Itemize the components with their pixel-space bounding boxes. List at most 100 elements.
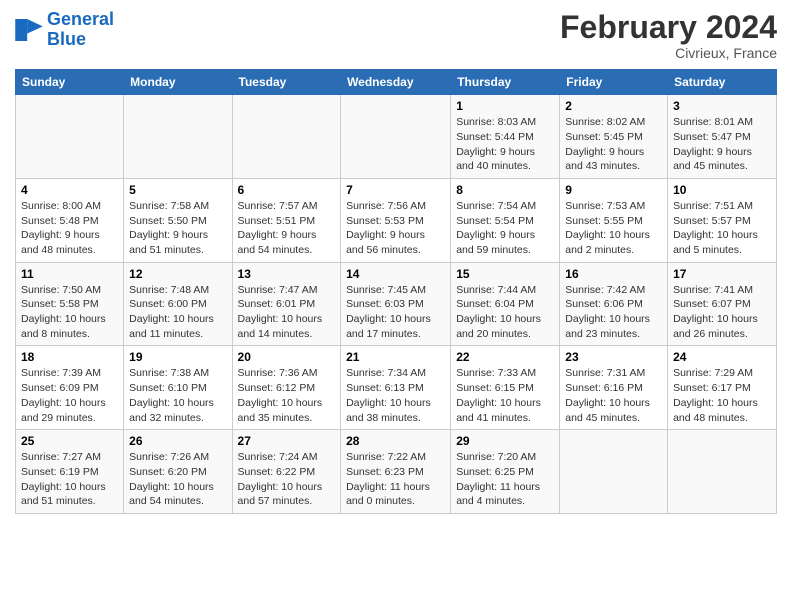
day-number: 26 [129, 434, 226, 448]
calendar-cell: 11 Sunrise: 7:50 AM Sunset: 5:58 PM Dayli… [16, 262, 124, 346]
day-info: Sunrise: 7:54 AM Sunset: 5:54 PM Dayligh… [456, 199, 554, 258]
page-header: General Blue February 2024 Civrieux, Fra… [15, 10, 777, 61]
calendar-cell: 9 Sunrise: 7:53 AM Sunset: 5:55 PM Daylig… [560, 178, 668, 262]
day-number: 18 [21, 350, 118, 364]
calendar-cell: 20 Sunrise: 7:36 AM Sunset: 6:12 PM Dayli… [232, 346, 341, 430]
calendar-cell: 28 Sunrise: 7:22 AM Sunset: 6:23 PM Dayli… [341, 430, 451, 514]
calendar-cell: 12 Sunrise: 7:48 AM Sunset: 6:00 PM Dayli… [124, 262, 232, 346]
day-number: 25 [21, 434, 118, 448]
calendar-cell [16, 95, 124, 179]
day-info: Sunrise: 7:34 AM Sunset: 6:13 PM Dayligh… [346, 366, 445, 425]
calendar-cell: 1 Sunrise: 8:03 AM Sunset: 5:44 PM Daylig… [451, 95, 560, 179]
day-info: Sunrise: 7:26 AM Sunset: 6:20 PM Dayligh… [129, 450, 226, 509]
weekday-header: Thursday [451, 70, 560, 95]
day-info: Sunrise: 7:56 AM Sunset: 5:53 PM Dayligh… [346, 199, 445, 258]
calendar-week-row: 18 Sunrise: 7:39 AM Sunset: 6:09 PM Dayli… [16, 346, 777, 430]
calendar-week-row: 4Sunrise: 8:00 AM Sunset: 5:48 PM Daylig… [16, 178, 777, 262]
day-info: Sunrise: 7:44 AM Sunset: 6:04 PM Dayligh… [456, 283, 554, 342]
calendar-cell [232, 95, 341, 179]
day-info: Sunrise: 7:47 AM Sunset: 6:01 PM Dayligh… [238, 283, 336, 342]
day-info: Sunrise: 7:57 AM Sunset: 5:51 PM Dayligh… [238, 199, 336, 258]
day-info: Sunrise: 7:36 AM Sunset: 6:12 PM Dayligh… [238, 366, 336, 425]
day-info: Sunrise: 7:51 AM Sunset: 5:57 PM Dayligh… [673, 199, 771, 258]
day-info: Sunrise: 7:38 AM Sunset: 6:10 PM Dayligh… [129, 366, 226, 425]
day-number: 24 [673, 350, 771, 364]
calendar-cell: 10 Sunrise: 7:51 AM Sunset: 5:57 PM Dayli… [668, 178, 777, 262]
calendar-cell: 21Sunrise: 7:34 AM Sunset: 6:13 PM Dayli… [341, 346, 451, 430]
logo-icon [15, 19, 43, 41]
day-info: Sunrise: 7:45 AM Sunset: 6:03 PM Dayligh… [346, 283, 445, 342]
day-info: Sunrise: 7:50 AM Sunset: 5:58 PM Dayligh… [21, 283, 118, 342]
day-number: 1 [456, 99, 554, 113]
calendar-week-row: 25 Sunrise: 7:27 AM Sunset: 6:19 PM Dayli… [16, 430, 777, 514]
day-number: 3 [673, 99, 771, 113]
calendar-cell: 27 Sunrise: 7:24 AM Sunset: 6:22 PM Dayli… [232, 430, 341, 514]
day-info: Sunrise: 7:42 AM Sunset: 6:06 PM Dayligh… [565, 283, 662, 342]
weekday-header: Tuesday [232, 70, 341, 95]
day-info: Sunrise: 7:27 AM Sunset: 6:19 PM Dayligh… [21, 450, 118, 509]
logo: General Blue [15, 10, 114, 50]
day-number: 2 [565, 99, 662, 113]
calendar-cell: 17Sunrise: 7:41 AM Sunset: 6:07 PM Dayli… [668, 262, 777, 346]
logo-text: General Blue [47, 10, 114, 50]
calendar-cell: 18 Sunrise: 7:39 AM Sunset: 6:09 PM Dayli… [16, 346, 124, 430]
day-number: 27 [238, 434, 336, 448]
weekday-header: Wednesday [341, 70, 451, 95]
calendar-cell: 5 Sunrise: 7:58 AM Sunset: 5:50 PM Daylig… [124, 178, 232, 262]
day-number: 14 [346, 267, 445, 281]
day-number: 19 [129, 350, 226, 364]
day-number: 9 [565, 183, 662, 197]
day-number: 20 [238, 350, 336, 364]
calendar-week-row: 11 Sunrise: 7:50 AM Sunset: 5:58 PM Dayli… [16, 262, 777, 346]
calendar-table: SundayMondayTuesdayWednesdayThursdayFrid… [15, 69, 777, 514]
day-number: 12 [129, 267, 226, 281]
day-number: 8 [456, 183, 554, 197]
calendar-cell [124, 95, 232, 179]
day-info: Sunrise: 7:39 AM Sunset: 6:09 PM Dayligh… [21, 366, 118, 425]
calendar-cell: 16 Sunrise: 7:42 AM Sunset: 6:06 PM Dayli… [560, 262, 668, 346]
day-number: 15 [456, 267, 554, 281]
calendar-cell: 15 Sunrise: 7:44 AM Sunset: 6:04 PM Dayli… [451, 262, 560, 346]
day-number: 28 [346, 434, 445, 448]
logo-line2: Blue [47, 30, 114, 50]
day-info: Sunrise: 7:53 AM Sunset: 5:55 PM Dayligh… [565, 199, 662, 258]
day-number: 11 [21, 267, 118, 281]
title-block: February 2024 Civrieux, France [560, 10, 777, 61]
day-number: 5 [129, 183, 226, 197]
calendar-cell [560, 430, 668, 514]
calendar-cell: 7Sunrise: 7:56 AM Sunset: 5:53 PM Daylig… [341, 178, 451, 262]
calendar-cell [341, 95, 451, 179]
calendar-cell: 25 Sunrise: 7:27 AM Sunset: 6:19 PM Dayli… [16, 430, 124, 514]
day-info: Sunrise: 7:22 AM Sunset: 6:23 PM Dayligh… [346, 450, 445, 509]
calendar-cell: 22Sunrise: 7:33 AM Sunset: 6:15 PM Dayli… [451, 346, 560, 430]
calendar-title: February 2024 [560, 10, 777, 45]
calendar-cell: 23Sunrise: 7:31 AM Sunset: 6:16 PM Dayli… [560, 346, 668, 430]
day-number: 22 [456, 350, 554, 364]
calendar-cell: 8 Sunrise: 7:54 AM Sunset: 5:54 PM Daylig… [451, 178, 560, 262]
day-number: 10 [673, 183, 771, 197]
day-info: Sunrise: 8:01 AM Sunset: 5:47 PM Dayligh… [673, 115, 771, 174]
calendar-header: SundayMondayTuesdayWednesdayThursdayFrid… [16, 70, 777, 95]
calendar-cell: 29 Sunrise: 7:20 AM Sunset: 6:25 PM Dayli… [451, 430, 560, 514]
calendar-cell: 3 Sunrise: 8:01 AM Sunset: 5:47 PM Daylig… [668, 95, 777, 179]
weekday-header: Sunday [16, 70, 124, 95]
day-info: Sunrise: 8:03 AM Sunset: 5:44 PM Dayligh… [456, 115, 554, 174]
calendar-subtitle: Civrieux, France [560, 45, 777, 61]
day-number: 6 [238, 183, 336, 197]
day-info: Sunrise: 8:02 AM Sunset: 5:45 PM Dayligh… [565, 115, 662, 174]
day-number: 17 [673, 267, 771, 281]
calendar-cell: 24Sunrise: 7:29 AM Sunset: 6:17 PM Dayli… [668, 346, 777, 430]
day-info: Sunrise: 7:20 AM Sunset: 6:25 PM Dayligh… [456, 450, 554, 509]
calendar-cell: 2 Sunrise: 8:02 AM Sunset: 5:45 PM Daylig… [560, 95, 668, 179]
day-info: Sunrise: 7:48 AM Sunset: 6:00 PM Dayligh… [129, 283, 226, 342]
calendar-week-row: 1 Sunrise: 8:03 AM Sunset: 5:44 PM Daylig… [16, 95, 777, 179]
day-number: 29 [456, 434, 554, 448]
day-info: Sunrise: 7:24 AM Sunset: 6:22 PM Dayligh… [238, 450, 336, 509]
day-number: 23 [565, 350, 662, 364]
weekday-header: Saturday [668, 70, 777, 95]
calendar-cell: 4Sunrise: 8:00 AM Sunset: 5:48 PM Daylig… [16, 178, 124, 262]
day-number: 16 [565, 267, 662, 281]
day-info: Sunrise: 7:58 AM Sunset: 5:50 PM Dayligh… [129, 199, 226, 258]
day-info: Sunrise: 8:00 AM Sunset: 5:48 PM Dayligh… [21, 199, 118, 258]
header-row: SundayMondayTuesdayWednesdayThursdayFrid… [16, 70, 777, 95]
